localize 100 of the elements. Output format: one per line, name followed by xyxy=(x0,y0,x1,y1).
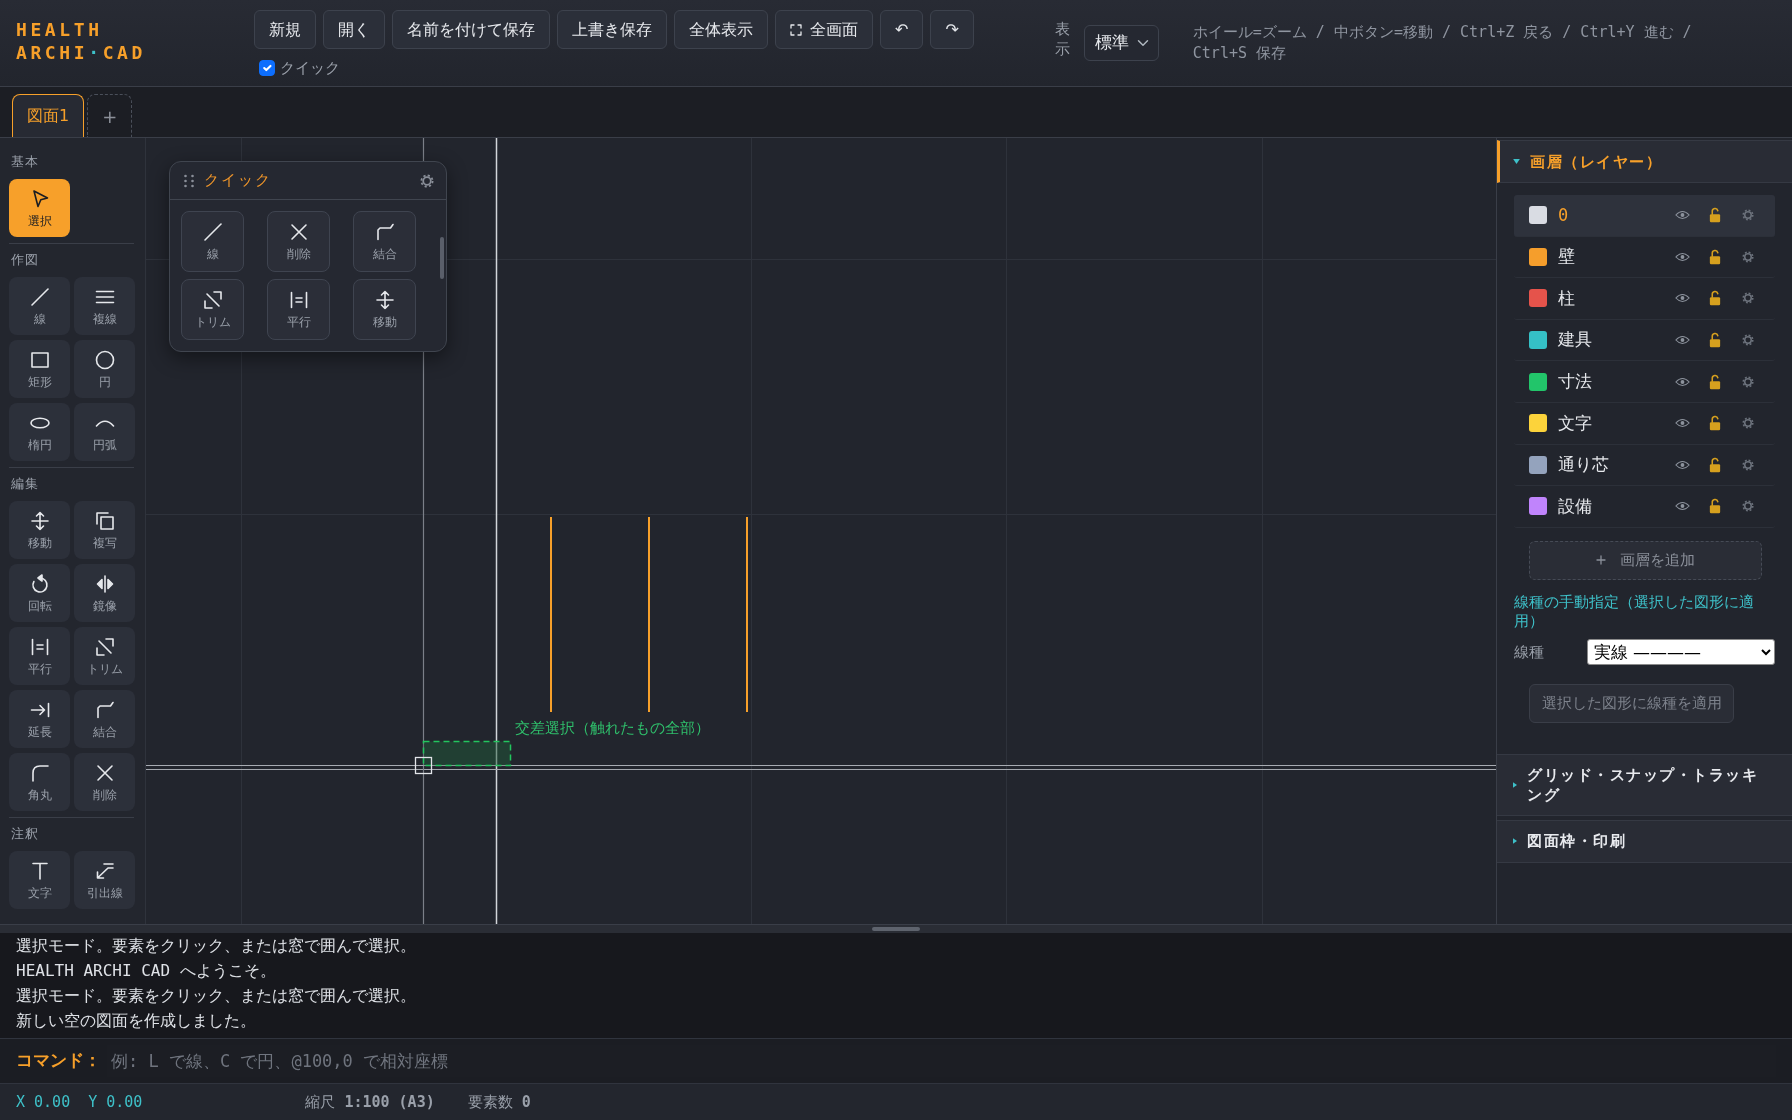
log-line: 選択モード。要素をクリック、または窓で囲んで選択。 xyxy=(16,935,417,957)
gear-icon[interactable] xyxy=(1742,500,1754,513)
open-padlock-icon[interactable] xyxy=(1709,332,1721,349)
add-layer-button[interactable]: 画層を追加 xyxy=(1529,540,1762,580)
tool-button[interactable]: 選択 xyxy=(9,179,70,237)
header-button[interactable]: 上書き保存 xyxy=(557,10,667,49)
settings-icon[interactable] xyxy=(420,173,434,188)
tool-button[interactable]: 角丸 xyxy=(9,753,70,811)
layer-row[interactable]: 建具 xyxy=(1514,319,1775,362)
fullscreen-button[interactable]: 全画面 xyxy=(775,10,873,49)
layer-row[interactable]: 文字 xyxy=(1514,402,1775,445)
tool-button[interactable]: 複写 xyxy=(74,501,135,559)
tool-button[interactable]: 削除 xyxy=(74,753,135,811)
eye-icon[interactable] xyxy=(1675,418,1690,429)
open-padlock-icon[interactable] xyxy=(1709,248,1721,265)
header-button[interactable]: ↶ xyxy=(880,10,924,49)
mirror-triangles-icon xyxy=(94,574,115,593)
panel-section-header[interactable]: 画層（レイヤー） xyxy=(1497,140,1792,183)
tool-button[interactable]: 回転 xyxy=(9,564,70,622)
arrow-to-bar-icon xyxy=(29,701,50,718)
eye-icon[interactable] xyxy=(1675,210,1690,221)
layer-row[interactable]: 通り芯 xyxy=(1514,444,1775,487)
layer-row[interactable]: 壁 xyxy=(1514,236,1775,279)
eye-icon[interactable] xyxy=(1675,293,1690,304)
tool-button[interactable]: 矩形 xyxy=(9,340,70,398)
open-padlock-icon[interactable] xyxy=(1709,207,1721,224)
layer-row[interactable]: 柱 xyxy=(1514,278,1775,320)
shortcut-help: ホイール=ズーム / 中ボタン=移動 / Ctrl+Z 戻る / Ctrl+Y 進む / Ctrl+S 保存 xyxy=(1192,22,1693,64)
layer-name: 建具 xyxy=(1558,328,1593,352)
letter-t-icon xyxy=(29,860,50,881)
header-button[interactable]: 開く xyxy=(323,10,385,49)
gear-icon[interactable] xyxy=(1742,292,1754,305)
open-padlock-icon[interactable] xyxy=(1709,498,1721,515)
tool-button[interactable]: 円弧 xyxy=(74,403,135,461)
layer-row[interactable]: 設備 xyxy=(1514,486,1775,528)
quick-tool-button[interactable]: 結合 xyxy=(353,211,416,272)
quick-checkbox[interactable] xyxy=(259,60,275,77)
header-button[interactable]: 新規 xyxy=(254,10,316,49)
gear-icon[interactable] xyxy=(1742,250,1754,263)
layer-row[interactable]: 0 xyxy=(1514,195,1775,237)
quick-tool-button[interactable]: 削除 xyxy=(267,211,330,272)
view-mode-select[interactable]: 標準 xyxy=(1083,25,1159,61)
quick-tool-button[interactable]: 平行 xyxy=(267,279,330,340)
eye-icon[interactable] xyxy=(1675,251,1690,262)
panel-section-header[interactable]: グリッド・スナップ・トラッキング xyxy=(1497,753,1792,816)
diagonal-line-icon xyxy=(29,286,50,307)
tool-button[interactable]: 延長 xyxy=(9,690,70,748)
pickbox-square xyxy=(414,756,433,775)
add-tab-button[interactable]: + xyxy=(87,94,133,137)
quick-tool-button[interactable]: トリム xyxy=(181,279,244,340)
tool-button[interactable]: 移動 xyxy=(9,501,70,559)
panel-section-header[interactable]: 図面枠・印刷 xyxy=(1497,819,1792,863)
header-button[interactable]: 名前を付けて保存 xyxy=(392,10,550,49)
gear-icon[interactable] xyxy=(1742,334,1754,347)
ellipse-icon xyxy=(29,416,50,429)
layer-name: 壁 xyxy=(1558,245,1576,269)
tool-button[interactable]: 線 xyxy=(9,277,70,335)
open-padlock-icon[interactable] xyxy=(1709,415,1721,432)
gear-icon[interactable] xyxy=(1742,375,1754,388)
gear-icon[interactable] xyxy=(1742,209,1754,222)
scrollbar-thumb[interactable] xyxy=(440,237,444,279)
open-padlock-icon[interactable] xyxy=(1709,456,1721,473)
eye-icon[interactable] xyxy=(1675,501,1690,512)
tool-button[interactable]: トリム xyxy=(74,627,135,685)
header-button[interactable]: ↷ xyxy=(930,10,974,49)
grip-dots-icon[interactable] xyxy=(184,173,194,188)
tool-button[interactable]: 円 xyxy=(74,340,135,398)
cursor-y-readout: Y 0.00 xyxy=(88,1091,143,1113)
resize-handle[interactable] xyxy=(872,927,920,931)
up-down-arrow-icon xyxy=(29,510,50,531)
layer-row[interactable]: 寸法 xyxy=(1514,361,1775,403)
parallel-bars-icon xyxy=(29,637,50,656)
logo-text: CAD xyxy=(102,42,146,63)
tool-button[interactable]: 文字 xyxy=(9,851,70,909)
tool-button[interactable]: 鏡像 xyxy=(74,564,135,622)
tool-button[interactable]: 楕円 xyxy=(9,403,70,461)
arc-icon xyxy=(94,418,115,427)
drawing-tab[interactable]: 図面1 xyxy=(12,94,85,137)
tool-button[interactable]: 複線 xyxy=(74,277,135,335)
log-line: 選択モード。要素をクリック、または窓で囲んで選択。 xyxy=(16,985,417,1007)
quick-tool-button[interactable]: 線 xyxy=(181,211,244,272)
tool-button[interactable]: 引出線 xyxy=(74,851,135,909)
scale-readout: 縮尺 1:100 (A3) xyxy=(305,1091,435,1113)
drawing-canvas[interactable]: 交差選択（触れたもの全部） クイック 線 削除 結合 トリム 平行 移動 xyxy=(146,138,1496,924)
eye-icon[interactable] xyxy=(1675,376,1690,387)
quick-tool-button[interactable]: 移動 xyxy=(353,279,416,340)
tool-section-title: 作図 xyxy=(11,251,40,269)
eye-icon[interactable] xyxy=(1675,459,1690,470)
linetype-select[interactable]: 実線 ———— xyxy=(1586,638,1775,665)
eye-icon[interactable] xyxy=(1675,335,1690,346)
quick-toggle-label[interactable]: クイック xyxy=(280,57,340,80)
tool-button[interactable]: 平行 xyxy=(9,627,70,685)
header-button[interactable]: 全体表示 xyxy=(674,10,768,49)
gear-icon[interactable] xyxy=(1742,417,1754,430)
selection-hint: 交差選択（触れたもの全部） xyxy=(515,718,710,738)
open-padlock-icon[interactable] xyxy=(1709,373,1721,390)
tool-button[interactable]: 結合 xyxy=(74,690,135,748)
open-padlock-icon[interactable] xyxy=(1709,290,1721,307)
gear-icon[interactable] xyxy=(1742,458,1754,471)
layer-name: 寸法 xyxy=(1558,369,1593,393)
